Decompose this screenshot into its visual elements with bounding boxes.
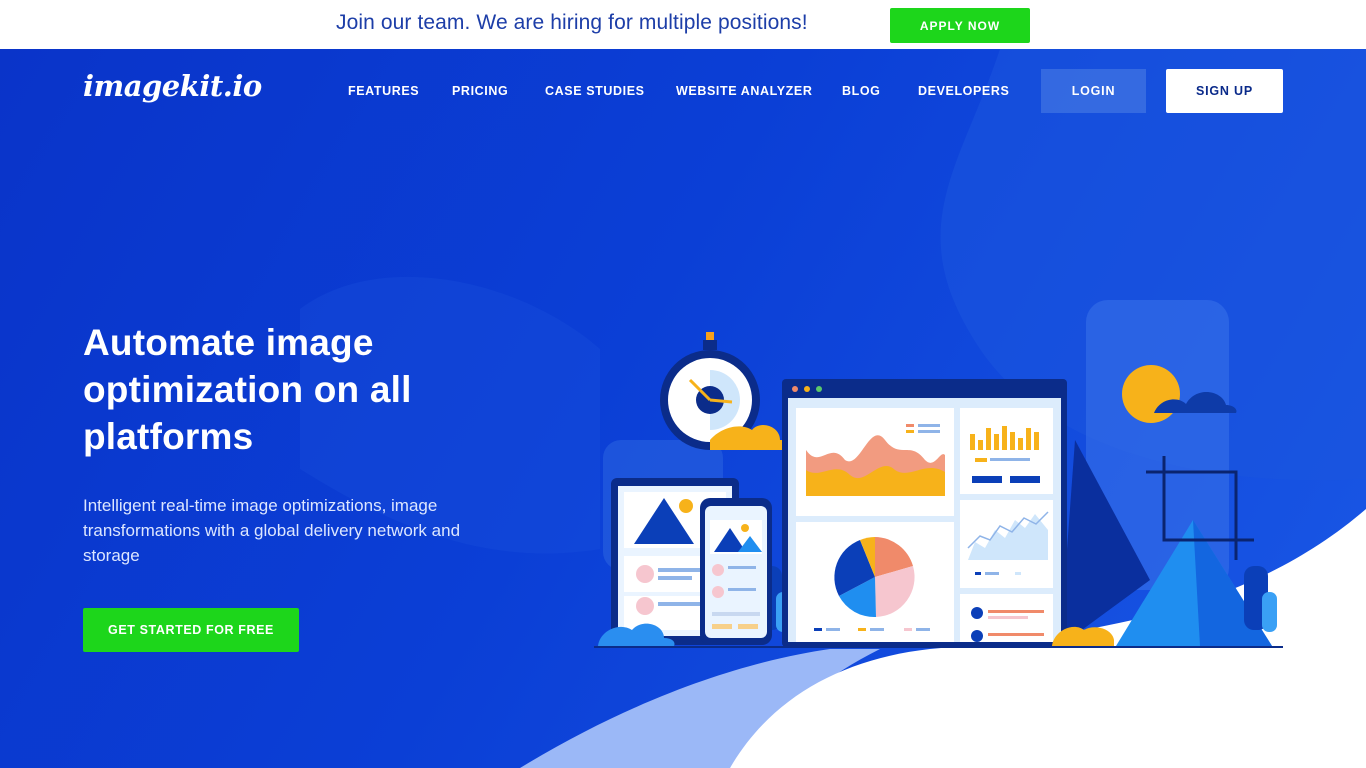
- hiring-banner: Join our team. We are hiring for multipl…: [0, 0, 1366, 49]
- hero-section: imagekit.io FEATURES PRICING CASE STUDIE…: [0, 49, 1366, 768]
- get-started-button[interactable]: GET STARTED FOR FREE: [83, 608, 299, 652]
- login-button[interactable]: LOGIN: [1041, 69, 1146, 113]
- nav-pricing[interactable]: PRICING: [452, 84, 508, 98]
- signup-button[interactable]: SIGN UP: [1166, 69, 1283, 113]
- hero-headline: Automate image optimization on all platf…: [83, 322, 412, 457]
- nav-developers[interactable]: DEVELOPERS: [918, 84, 1009, 98]
- nav-features[interactable]: FEATURES: [348, 84, 419, 98]
- nav-website-analyzer[interactable]: WEBSITE ANALYZER: [676, 84, 812, 98]
- nav-case-studies[interactable]: CASE STUDIES: [545, 84, 645, 98]
- dashboard-illustration: [594, 300, 1283, 648]
- hero-subheadline: Intelligent real-time image optimization…: [83, 496, 461, 565]
- hiring-banner-text: Join our team. We are hiring for multipl…: [336, 11, 808, 34]
- nav-blog[interactable]: BLOG: [842, 84, 881, 98]
- imagekit-logo[interactable]: imagekit.io: [83, 69, 262, 103]
- apply-now-button[interactable]: APPLY NOW: [890, 8, 1030, 43]
